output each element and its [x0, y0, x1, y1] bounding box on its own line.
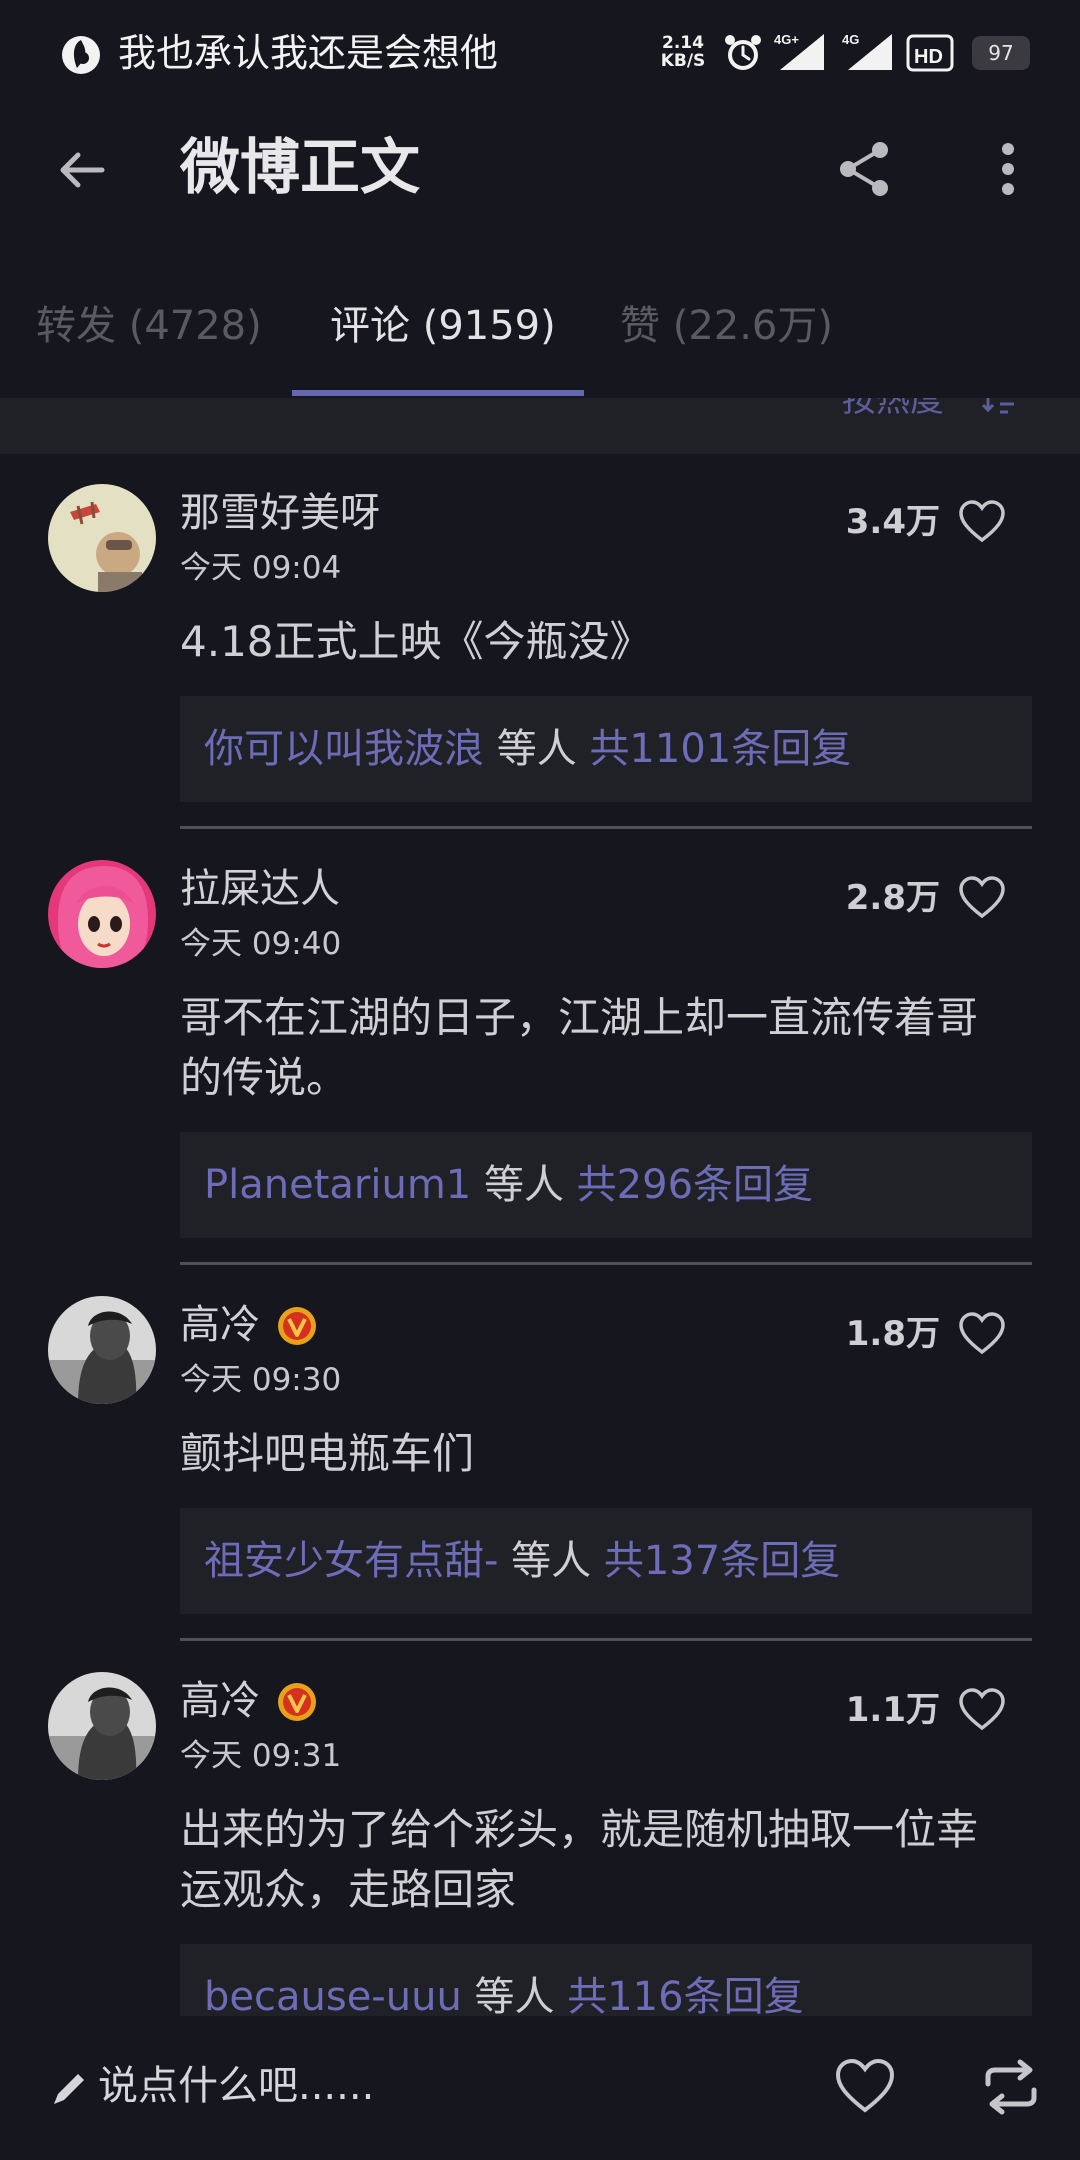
reply-summary[interactable]: Planetarium1 等人 共296条回复 [180, 1132, 1032, 1238]
reply-connector-text: 等人 [461, 1974, 568, 2016]
comment-username[interactable]: 高冷 [180, 1298, 260, 1352]
reply-connector-text: 等人 [471, 1162, 577, 1208]
comment-like-count: 3.4万 [845, 502, 940, 542]
reply-count-link[interactable]: 共296条回复 [577, 1162, 813, 1208]
battery-indicator: 97 [972, 36, 1030, 70]
pencil-icon [54, 2074, 84, 2104]
sort-icon[interactable] [982, 398, 1022, 422]
reply-count-link[interactable]: 共137条回复 [604, 1538, 840, 1584]
comment-like-count: 2.8万 [845, 878, 940, 918]
reply-user-name[interactable]: because-uuu [204, 1974, 462, 2016]
comment-item[interactable]: 那雪好美呀 今天 09:04 3.4万 4.18正式上映《今瓶没》 你可以叫我波… [0, 484, 1080, 829]
comment-time: 今天 09:40 [180, 926, 342, 962]
heart-icon[interactable] [958, 1310, 1006, 1358]
comment-item[interactable]: 高冷 今天 09:30 1.8万 颤抖吧电瓶车们 祖安少女有点甜- 等人 共13… [0, 1296, 1080, 1641]
signal-strength-icon-2: 4G [842, 32, 892, 70]
comment-divider [180, 1638, 1032, 1641]
network-speed-unit: KB/S [660, 51, 706, 71]
verified-badge-icon [278, 1683, 316, 1721]
active-tab-indicator [292, 390, 584, 396]
music-app-icon [62, 36, 100, 74]
signal-1-label: 4G+ [774, 32, 799, 47]
like-heart-icon[interactable] [834, 2056, 896, 2118]
comment-item[interactable]: 拉屎达人 今天 09:40 2.8万 哥不在江湖的日子，江湖上却一直流传着哥的传… [0, 860, 1080, 1265]
comment-username[interactable]: 高冷 [180, 1674, 260, 1728]
heart-icon[interactable] [958, 498, 1006, 546]
reply-count-link[interactable]: 共116条回复 [567, 1974, 803, 2016]
comment-item[interactable]: 高冷 今天 09:31 1.1万 出来的为了给个彩头，就是随机抽取一位幸运观众，… [0, 1672, 1080, 2016]
comment-input[interactable]: 说点什么吧...... [98, 2058, 374, 2114]
comment-text: 4.18正式上映《今瓶没》 [180, 617, 652, 666]
comment-like-count: 1.1万 [845, 1690, 940, 1730]
user-avatar[interactable] [48, 1296, 156, 1404]
comment-time: 今天 09:30 [180, 1362, 342, 1398]
reply-summary[interactable]: because-uuu 等人 共116条回复 [180, 1944, 1032, 2016]
now-playing-text: 我也承认我还是会想他 [118, 31, 499, 75]
comment-text: 颤抖吧电瓶车们 [180, 1429, 475, 1478]
more-options-icon[interactable] [990, 138, 1026, 200]
bottom-action-bar: 说点什么吧...... [0, 2016, 1080, 2160]
signal-2-label: 4G [842, 32, 859, 47]
user-avatar[interactable] [48, 1672, 156, 1780]
page-title: 微博正文 [180, 133, 420, 203]
comment-divider [180, 1262, 1032, 1265]
tab-comments[interactable]: 评论 (9159) [330, 298, 556, 354]
network-speed: 2.14 KB/S [658, 34, 708, 70]
reply-user-name[interactable]: 你可以叫我波浪 [204, 726, 484, 772]
comment-like-count: 1.8万 [845, 1314, 940, 1354]
reply-summary[interactable]: 祖安少女有点甜- 等人 共137条回复 [180, 1508, 1032, 1614]
hd-voice-icon: HD [906, 34, 954, 72]
status-bar: 我也承认我还是会想他 2.14 KB/S 4G+ 4G HD 97 [0, 0, 1080, 108]
reply-user-name[interactable]: Planetarium1 [204, 1162, 471, 1208]
heart-icon[interactable] [958, 1686, 1006, 1734]
comment-time: 今天 09:04 [180, 550, 342, 586]
repost-icon[interactable] [982, 2058, 1040, 2116]
alarm-icon [725, 35, 761, 70]
share-icon[interactable] [834, 138, 896, 200]
verified-badge-icon [278, 1307, 316, 1345]
sort-by-hot-button[interactable]: 按热度 [842, 398, 944, 424]
app-bar: 微博正文 [0, 108, 1080, 228]
comment-time: 今天 09:31 [180, 1738, 342, 1774]
heart-icon[interactable] [958, 874, 1006, 922]
network-speed-value: 2.14 [662, 33, 704, 53]
comment-username[interactable]: 那雪好美呀 [180, 486, 380, 540]
user-avatar[interactable] [48, 484, 156, 592]
reply-connector-text: 等人 [498, 1538, 604, 1584]
sort-bar: 按热度 [0, 398, 1080, 454]
user-avatar[interactable] [48, 860, 156, 968]
tab-reposts[interactable]: 转发 (4728) [36, 298, 262, 354]
signal-strength-icon: 4G+ [774, 32, 824, 70]
comment-username[interactable]: 拉屎达人 [180, 862, 340, 916]
tab-likes[interactable]: 赞 (22.6万) [620, 298, 833, 354]
back-arrow-icon[interactable] [52, 140, 112, 200]
comment-text: 出来的为了给个彩头，就是随机抽取一位幸运观众，走路回家 [180, 1805, 979, 1914]
comment-text: 哥不在江湖的日子，江湖上却一直流传着哥的传说。 [180, 993, 979, 1102]
reply-connector-text: 等人 [484, 726, 590, 772]
reply-summary[interactable]: 你可以叫我波浪 等人 共1101条回复 [180, 696, 1032, 802]
weibo-detail-screen: 我也承认我还是会想他 2.14 KB/S 4G+ 4G HD 97 微博正文 转… [0, 0, 1080, 2160]
comment-divider [180, 826, 1032, 829]
reply-user-name[interactable]: 祖安少女有点甜- [204, 1538, 498, 1584]
tab-bar: 转发 (4728) 评论 (9159) 赞 (22.6万) [0, 268, 1080, 398]
svg-text:HD: HD [914, 46, 943, 68]
reply-count-link[interactable]: 共1101条回复 [589, 726, 851, 772]
